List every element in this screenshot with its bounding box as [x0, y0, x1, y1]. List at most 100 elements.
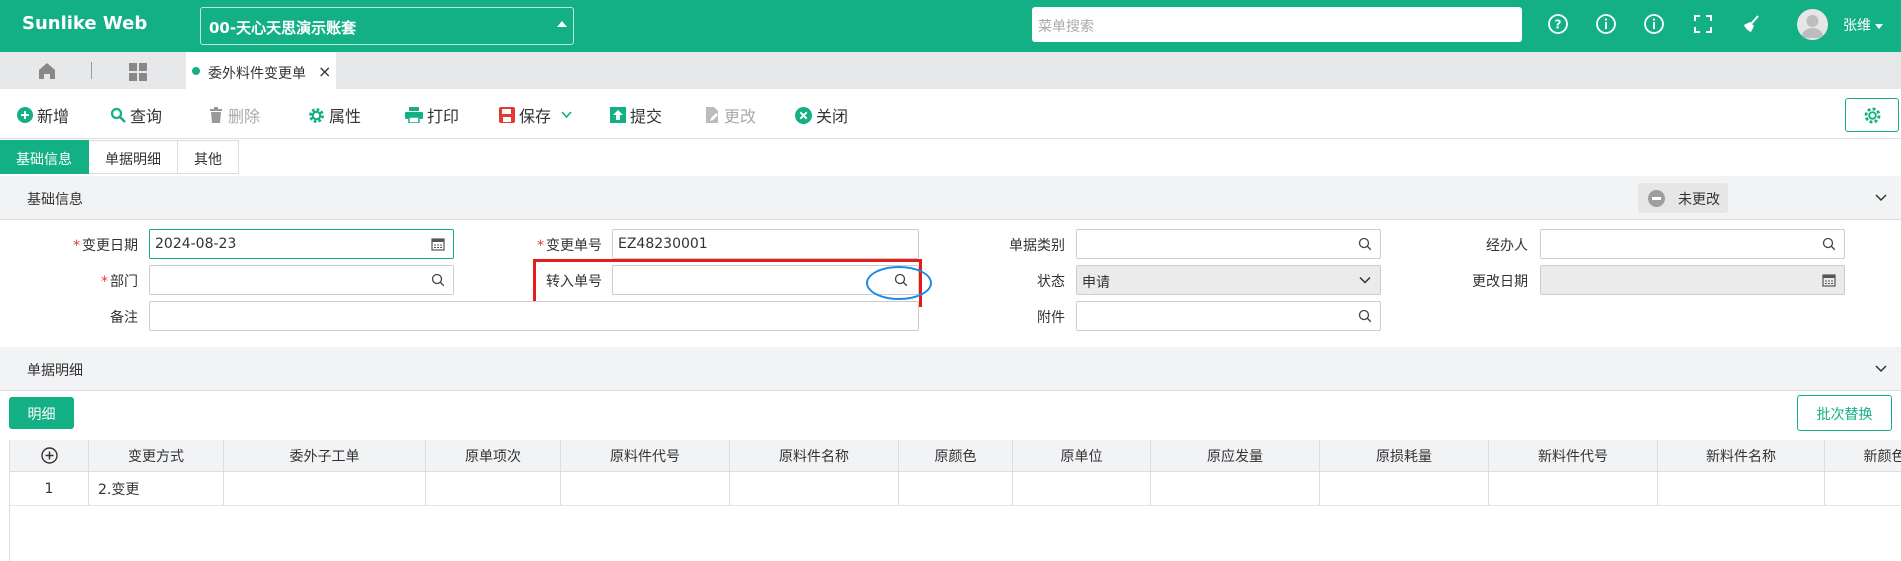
table-cell[interactable]: [224, 472, 426, 505]
table-cell[interactable]: [561, 472, 730, 505]
info-icon-2[interactable]: [1643, 13, 1665, 35]
table-cell[interactable]: [1013, 472, 1151, 505]
column-header[interactable]: 原颜色: [899, 440, 1013, 471]
broom-icon[interactable]: [1740, 13, 1762, 35]
column-header[interactable]: 新颜色: [1825, 440, 1901, 471]
info-icon[interactable]: [1595, 13, 1617, 35]
table-cell[interactable]: [426, 472, 561, 505]
column-header[interactable]: 原单位: [1013, 440, 1151, 471]
remark-field[interactable]: [149, 301, 919, 331]
table-cell[interactable]: [1489, 472, 1658, 505]
print-button[interactable]: 打印: [405, 103, 459, 127]
change-date-label: * 变更日期: [38, 235, 138, 255]
divider: [91, 62, 92, 79]
section-title: 基础信息: [27, 192, 83, 208]
table-row[interactable]: 1 2.变更: [10, 472, 1901, 506]
chevron-down-icon[interactable]: [1875, 192, 1887, 204]
change-no-field[interactable]: EZ48230001: [612, 229, 919, 259]
chevron-down-icon[interactable]: [561, 111, 572, 119]
add-row-button[interactable]: [10, 440, 89, 471]
caret-down-icon: [1875, 23, 1883, 29]
column-header[interactable]: 原损耗量: [1320, 440, 1489, 471]
doc-type-field[interactable]: [1076, 229, 1381, 259]
home-icon[interactable]: [37, 61, 57, 81]
submit-button[interactable]: 提交: [610, 103, 662, 127]
edit-doc-icon: [706, 107, 718, 123]
calendar-icon[interactable]: [431, 237, 445, 251]
delete-label: 删除: [228, 107, 261, 126]
query-button[interactable]: 查询: [110, 103, 162, 127]
table-cell[interactable]: [899, 472, 1013, 505]
column-header[interactable]: 原单项次: [426, 440, 561, 471]
table-cell[interactable]: [1151, 472, 1320, 505]
change-date-field[interactable]: 2024-08-23: [149, 229, 454, 259]
field-value: 申请: [1082, 275, 1110, 291]
change-no-label: * 变更单号: [502, 235, 602, 255]
column-header[interactable]: 原料件代号: [561, 440, 730, 471]
column-header[interactable]: 原料件名称: [730, 440, 899, 471]
tab-basic-info[interactable]: 基础信息: [0, 140, 89, 174]
submit-label: 提交: [630, 107, 663, 126]
search-icon[interactable]: [431, 273, 445, 287]
table-cell[interactable]: [730, 472, 899, 505]
modify-date-field[interactable]: [1540, 265, 1845, 295]
settings-button[interactable]: [1845, 98, 1899, 132]
required-mark: *: [73, 238, 80, 254]
doc-detail-header[interactable]: 单据明细: [0, 347, 1901, 391]
avatar[interactable]: [1797, 9, 1828, 40]
column-header[interactable]: 委外子工单: [224, 440, 426, 471]
column-header[interactable]: 原应发量: [1151, 440, 1320, 471]
table-cell[interactable]: [1825, 472, 1901, 505]
attr-label: 属性: [329, 107, 362, 126]
user-menu[interactable]: 张维: [1843, 15, 1883, 35]
account-selector[interactable]: 00-天心天思演示账套: [200, 7, 574, 45]
user-name: 张维: [1843, 18, 1871, 34]
handler-field[interactable]: [1540, 229, 1845, 259]
tab-label: 委外料件变更单: [208, 66, 306, 82]
tab-doc-detail[interactable]: 单据明细: [89, 140, 178, 174]
table-cell[interactable]: [1320, 472, 1489, 505]
grid-header-row: 变更方式 委外子工单 原单项次 原料件代号 原料件名称 原颜色 原单位 原应发量…: [10, 440, 1901, 472]
field-value: EZ48230001: [618, 236, 708, 252]
tab-other[interactable]: 其他: [178, 140, 239, 174]
close-circle-icon: [795, 106, 812, 124]
gear-icon: [309, 107, 324, 123]
attachment-field[interactable]: [1076, 301, 1381, 331]
highlight-oval: [866, 266, 932, 300]
status-select[interactable]: 申请: [1076, 265, 1381, 295]
batch-replace-button[interactable]: 批次替换: [1797, 395, 1892, 431]
brand-logo: Sunlike Web: [22, 13, 148, 34]
handler-label: 经办人: [1486, 238, 1528, 254]
dept-field[interactable]: [149, 265, 454, 295]
menu-search-input[interactable]: 菜单搜索: [1032, 7, 1522, 42]
close-icon[interactable]: ×: [318, 62, 331, 81]
modify-label: 更改: [724, 107, 757, 126]
status-badge: 未更改: [1638, 183, 1728, 213]
attr-button[interactable]: 属性: [308, 103, 361, 127]
save-label: 保存: [519, 107, 552, 126]
column-header[interactable]: 变更方式: [89, 440, 224, 471]
close-button[interactable]: 关闭: [795, 103, 848, 127]
table-cell[interactable]: 2.变更: [89, 472, 224, 505]
gear-icon: [1864, 107, 1881, 124]
svg-text:?: ?: [1555, 18, 1562, 32]
delete-button[interactable]: 删除: [208, 103, 260, 127]
apps-grid-icon[interactable]: [128, 62, 148, 82]
search-icon[interactable]: [1822, 237, 1836, 251]
save-button[interactable]: 保存: [499, 103, 576, 127]
column-header[interactable]: 新料件代号: [1489, 440, 1658, 471]
column-header[interactable]: 新料件名称: [1658, 440, 1825, 471]
search-icon[interactable]: [1358, 237, 1372, 251]
field-value: 2024-08-23: [155, 236, 237, 252]
modify-button[interactable]: 更改: [704, 103, 756, 127]
new-button[interactable]: 新增: [17, 103, 69, 127]
tab-outsourcing-change[interactable]: 委外料件变更单 ×: [186, 52, 336, 89]
plus-circle-icon: [17, 107, 33, 123]
basic-info-header[interactable]: 基础信息: [0, 176, 1901, 220]
table-cell[interactable]: [1658, 472, 1825, 505]
search-icon[interactable]: [1358, 309, 1372, 323]
chevron-down-icon[interactable]: [1875, 363, 1887, 375]
help-icon[interactable]: ?: [1547, 13, 1569, 35]
detail-button[interactable]: 明细: [9, 397, 74, 429]
fullscreen-icon[interactable]: [1692, 13, 1714, 35]
